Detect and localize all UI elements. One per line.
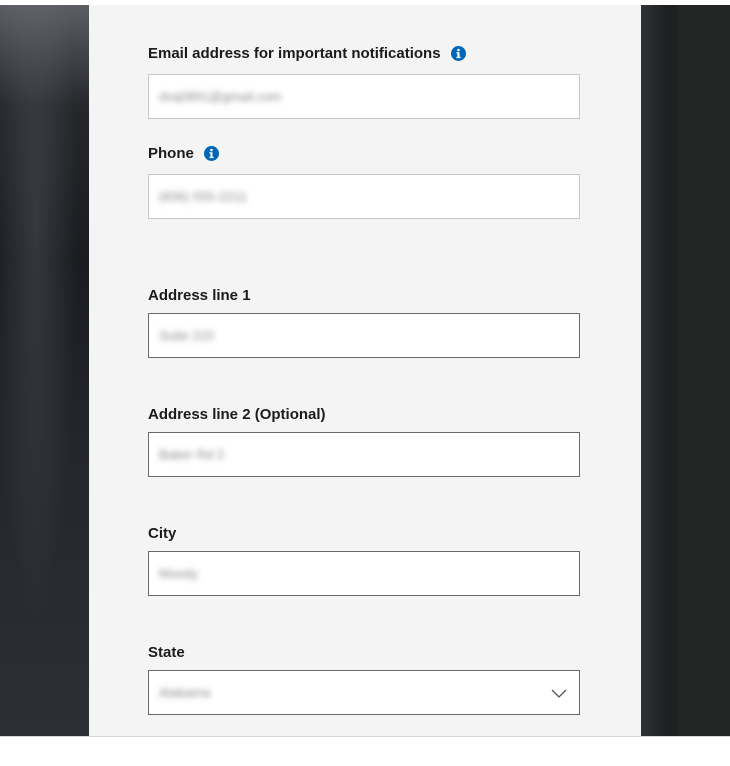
phone-value: (836) 555-2211 — [159, 189, 247, 204]
city-group: City Moody — [148, 523, 580, 596]
email-input[interactable]: dvq0891@gmail.com — [148, 74, 580, 119]
phone-label: Phone — [148, 144, 194, 162]
info-icon[interactable] — [203, 145, 219, 161]
email-field-group: Email address for important notification… — [148, 43, 580, 119]
address-line-1-group: Address line 1 Suite 215 — [148, 285, 580, 358]
background-right-shade — [678, 5, 730, 736]
phone-field-group: Phone (836) 555-2211 — [148, 143, 580, 219]
phone-input[interactable]: (836) 555-2211 — [148, 174, 580, 219]
bottom-strip — [0, 736, 730, 766]
address-line-1-input[interactable]: Suite 215 — [148, 313, 580, 358]
address-line-1-label: Address line 1 — [148, 286, 251, 304]
info-icon[interactable] — [450, 45, 466, 61]
email-value: dvq0891@gmail.com — [159, 89, 282, 104]
address-line-2-group: Address line 2 (Optional) Baker Rd 2 — [148, 404, 580, 477]
background-left — [0, 5, 89, 736]
state-value: Alabama — [159, 685, 211, 700]
city-input[interactable]: Moody — [148, 551, 580, 596]
email-label: Email address for important notification… — [148, 44, 441, 62]
contact-form-panel: Email address for important notification… — [89, 5, 641, 736]
chevron-down-icon[interactable] — [551, 686, 567, 698]
email-label-row: Email address for important notification… — [148, 43, 580, 63]
state-group: State Alabama — [148, 642, 580, 715]
state-label: State — [148, 643, 185, 661]
address-line-2-label: Address line 2 (Optional) — [148, 405, 326, 423]
city-value: Moody — [159, 566, 199, 581]
city-label: City — [148, 524, 177, 542]
address-line-2-input[interactable]: Baker Rd 2 — [148, 432, 580, 477]
address-line-1-value: Suite 215 — [159, 328, 214, 343]
state-select[interactable]: Alabama — [148, 670, 580, 715]
address-line-2-value: Baker Rd 2 — [159, 447, 225, 462]
phone-label-row: Phone — [148, 143, 580, 163]
